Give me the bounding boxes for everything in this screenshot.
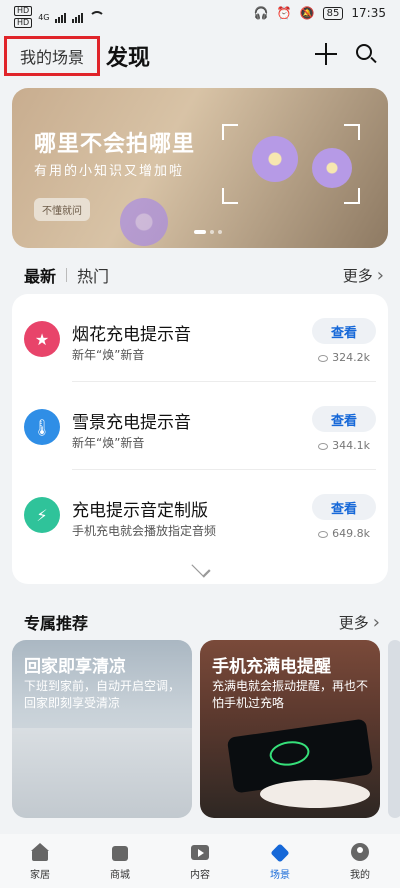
status-bar: HD HD 4G 🎧 ⏰ 🔕 85 17:35 — [0, 0, 400, 30]
view-count: 344.1k — [318, 439, 370, 452]
thermometer-icon: 🌡 — [24, 409, 60, 445]
tab-discover[interactable]: 发现 — [106, 40, 150, 72]
flower-graphic — [252, 136, 298, 182]
banner-title: 哪里不会拍哪里 — [34, 132, 196, 157]
list-item[interactable]: ★ 烟花充电提示音 新年“焕”新音 查看 324.2k — [12, 294, 388, 382]
item-title: 烟花充电提示音 — [72, 325, 191, 345]
nav-home[interactable]: 家居 — [0, 834, 80, 888]
focus-corner-tr — [344, 124, 360, 140]
nav-shop[interactable]: 商城 — [80, 834, 160, 888]
nav-profile[interactable]: 我的 — [320, 834, 400, 888]
view-count-value: 649.8k — [332, 527, 370, 540]
add-icon[interactable] — [314, 42, 338, 66]
focus-corner-bl — [222, 188, 238, 204]
item-description: 手机充电就会播放指定音频 — [72, 524, 217, 538]
card-description: 下班到家前，自动开启空调，回家即刻享受清凉 — [24, 679, 181, 710]
banner-subtitle: 有用的小知识又增加啦 — [34, 164, 185, 179]
headphones-icon: 🎧 — [253, 6, 269, 20]
view-button[interactable]: 查看 — [312, 318, 376, 344]
item-title: 雪景充电提示音 — [72, 413, 191, 433]
item-description: 新年“焕”新音 — [72, 436, 145, 450]
search-icon[interactable] — [354, 42, 378, 66]
alarm-icon: ⏰ — [276, 6, 292, 20]
flower-graphic-2 — [312, 148, 352, 188]
profile-icon — [349, 842, 371, 862]
feed-tabs: 最新 热门 更多 — [24, 262, 384, 288]
exclusive-title: 专属推荐 — [24, 614, 89, 633]
recommend-card[interactable]: 手机充满电提醒 充满电就会振动提醒，再也不怕手机过充咯 — [200, 640, 380, 818]
nav-label: 内容 — [190, 870, 210, 881]
view-button[interactable]: 查看 — [312, 406, 376, 432]
tab-latest[interactable]: 最新 — [24, 263, 56, 287]
tab-hot[interactable]: 热门 — [77, 263, 109, 287]
view-count: 649.8k — [318, 527, 370, 540]
nav-label: 商城 — [110, 870, 130, 881]
tab-divider — [66, 268, 68, 282]
signal-icon — [55, 11, 67, 23]
header: 我的场景 发现 — [0, 30, 400, 82]
item-title: 充电提示音定制版 — [72, 501, 208, 521]
feed-more-link[interactable]: 更多 — [343, 265, 384, 286]
scene-cube-icon — [269, 842, 291, 863]
signal2-icon — [72, 11, 84, 23]
eye-icon — [318, 531, 329, 538]
recommend-card-partial[interactable] — [388, 640, 400, 818]
view-count-value: 324.2k — [332, 351, 370, 364]
view-count-value: 344.1k — [332, 439, 370, 452]
charger-graphic — [260, 780, 370, 808]
home-icon — [29, 842, 51, 862]
nav-content[interactable]: 内容 — [160, 834, 240, 888]
chevron-down-icon[interactable] — [185, 560, 215, 572]
eye-icon — [318, 443, 329, 450]
nav-scene[interactable]: 场景 — [240, 834, 320, 888]
recommend-card[interactable]: 回家即享清凉 下班到家前，自动开启空调，回家即刻享受清凉 — [12, 640, 192, 818]
tab-my-scene[interactable]: 我的场景 — [4, 36, 100, 76]
network-type: 4G — [38, 12, 50, 22]
star-icon: ★ — [24, 321, 60, 357]
battery-icon: 85 — [322, 6, 344, 20]
clock: 17:35 — [351, 6, 386, 20]
banner-pill-button[interactable]: 不懂就问 — [34, 198, 90, 221]
focus-corner-tl — [222, 124, 238, 140]
sim1-badge: HD — [14, 6, 33, 16]
flower-graphic-3 — [120, 198, 168, 246]
scene-list-card: ★ 烟花充电提示音 新年“焕”新音 查看 324.2k 🌡 雪景充电提示音 新年… — [12, 294, 388, 584]
room-graphic — [12, 728, 192, 818]
card-title: 手机充满电提醒 — [212, 657, 331, 677]
status-right: 🎧 ⏰ 🔕 85 17:35 — [254, 6, 386, 20]
list-item[interactable]: ⚡ 充电提示音定制版 手机充电就会播放指定音频 查看 649.8k — [12, 470, 388, 558]
list-item[interactable]: 🌡 雪景充电提示音 新年“焕”新音 查看 344.1k — [12, 382, 388, 470]
shop-icon — [109, 842, 131, 862]
nav-label: 家居 — [30, 870, 50, 881]
bottom-nav: 家居 商城 内容 场景 我的 — [0, 834, 400, 888]
nav-label: 场景 — [270, 870, 290, 881]
card-title: 回家即享清凉 — [24, 657, 126, 677]
view-button[interactable]: 查看 — [312, 494, 376, 520]
sim-indicators: HD HD — [14, 6, 33, 28]
nav-label: 我的 — [350, 870, 370, 881]
sim2-badge: HD — [14, 18, 33, 28]
item-description: 新年“焕”新音 — [72, 348, 145, 362]
play-icon — [189, 842, 211, 862]
battery-icon: ⚡ — [24, 497, 60, 533]
wifi-icon — [89, 11, 106, 23]
eye-icon — [318, 355, 329, 362]
view-count: 324.2k — [318, 351, 370, 364]
card-description: 充满电就会振动提醒，再也不怕手机过充咯 — [212, 679, 369, 710]
status-left: HD HD 4G — [14, 6, 106, 28]
mute-icon: 🔕 — [299, 6, 315, 20]
banner[interactable]: 哪里不会拍哪里 有用的小知识又增加啦 不懂就问 — [12, 88, 388, 248]
carousel-indicator — [194, 230, 222, 234]
focus-corner-br — [344, 188, 360, 204]
exclusive-more-link[interactable]: 更多 — [339, 612, 380, 633]
